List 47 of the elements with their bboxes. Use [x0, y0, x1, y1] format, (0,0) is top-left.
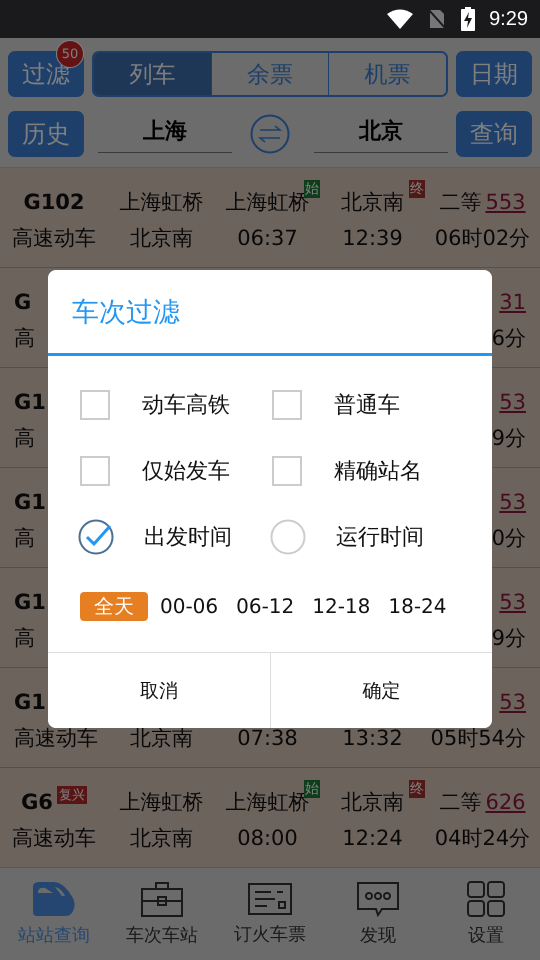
- depart-time: 07:38: [237, 726, 298, 750]
- option-label: 运行时间: [336, 524, 424, 552]
- train-number: G102: [23, 190, 85, 214]
- train-type: 高: [14, 425, 35, 452]
- depart-time: 06:37: [237, 226, 298, 250]
- duration: 9分: [492, 425, 526, 452]
- arrive-time: 12:24: [342, 826, 403, 850]
- train-type: 高: [14, 325, 35, 352]
- duration: 6分: [492, 325, 526, 352]
- terminal-badge: 终: [409, 180, 425, 198]
- train-number: G1: [14, 490, 46, 514]
- duration: 04时24分: [434, 825, 530, 852]
- option-label: 普通车: [334, 392, 400, 420]
- arrive-station: 北京南: [341, 789, 404, 816]
- arrive-time: 12:39: [342, 226, 403, 250]
- to-station: 北京南: [130, 225, 193, 252]
- train-type: 高速动车: [14, 725, 98, 752]
- train-number: G1: [14, 390, 46, 414]
- from-station: 上海虹桥: [120, 189, 204, 216]
- train-type: 高速动车: [12, 825, 96, 852]
- duration: 0分: [492, 525, 526, 552]
- from-station: 上海虹桥: [120, 789, 204, 816]
- to-station: 北京南: [130, 725, 193, 752]
- to-station: 北京南: [130, 825, 193, 852]
- duration: 05时54分: [430, 725, 526, 752]
- option-label: 动车高铁: [142, 392, 230, 420]
- arrive-time: 13:32: [342, 726, 403, 750]
- option-label: 仅始发车: [142, 458, 230, 486]
- status-time: 9:29: [489, 8, 528, 30]
- option-label: 精确站名: [334, 458, 422, 486]
- duration: 06时02分: [434, 225, 530, 252]
- train-type: 高: [14, 625, 35, 652]
- train-number: G1: [14, 690, 46, 714]
- train-type: 高速动车: [12, 225, 96, 252]
- terminal-badge: 终: [409, 780, 425, 798]
- train-type: 高: [14, 525, 35, 552]
- dialog-title: 车次过滤: [48, 270, 492, 356]
- duration: 9分: [492, 625, 526, 652]
- seat-class: 二等: [439, 189, 482, 216]
- train-number: G1: [14, 590, 46, 614]
- depart-time: 08:00: [237, 826, 298, 850]
- train-number: G: [14, 290, 32, 314]
- train-tag: 复兴: [56, 786, 87, 804]
- train-number: G6: [21, 790, 53, 814]
- arrive-station: 北京南: [341, 189, 404, 216]
- seat-class: 二等: [439, 789, 482, 816]
- option-label: 出发时间: [144, 524, 232, 552]
